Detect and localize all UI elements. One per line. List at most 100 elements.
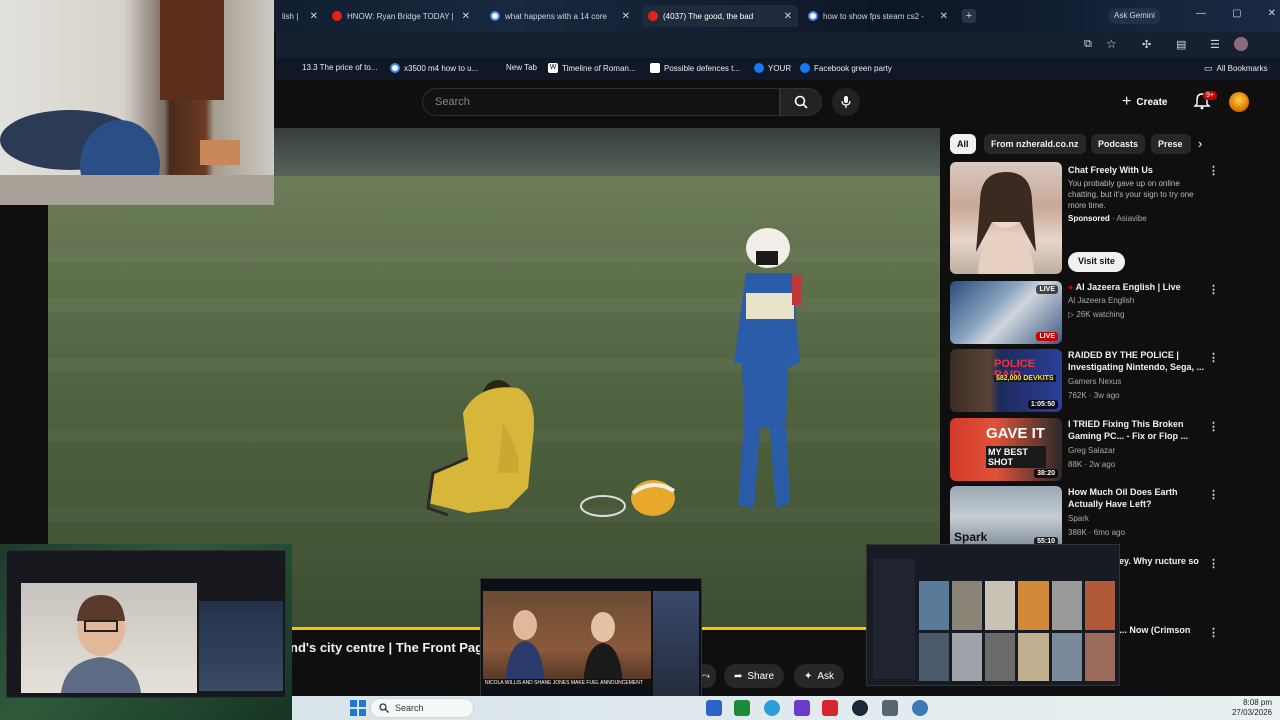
telegram-icon[interactable] — [764, 700, 780, 716]
all-bookmarks[interactable]: ▭ All Bookmarks — [1204, 63, 1268, 74]
voice-search-button[interactable] — [832, 88, 860, 116]
chip-podcasts[interactable]: Podcasts — [1091, 134, 1146, 154]
news-pip-window[interactable]: NICOLA WILLIS AND SHANE JONES MAKE FUEL … — [480, 578, 702, 712]
product-thumb[interactable] — [1018, 632, 1049, 681]
minimize-icon[interactable]: — — [1196, 8, 1206, 24]
more-options-icon[interactable]: ⋮ — [1208, 420, 1219, 433]
app-icon[interactable] — [822, 700, 838, 716]
product-thumb[interactable] — [952, 581, 983, 630]
search-input[interactable]: Search — [422, 88, 780, 116]
taskbar-search[interactable]: Search — [370, 698, 474, 718]
create-button[interactable]: + Create — [1122, 90, 1167, 114]
app-icon[interactable] — [794, 700, 810, 716]
video-title[interactable]: ● Al Jazeera English | Live — [1068, 281, 1208, 293]
live-badge: LIVE — [1036, 332, 1058, 341]
share-button[interactable]: ➦ Share — [724, 664, 785, 688]
system-clock[interactable]: 8:08 pm 27/03/2026 — [1212, 698, 1272, 718]
more-options-icon[interactable]: ⋮ — [1208, 351, 1219, 364]
ask-button[interactable]: ✦ Ask — [794, 664, 845, 688]
chevron-right-icon[interactable]: › — [1198, 136, 1202, 151]
more-options-icon[interactable]: ⋮ — [1208, 164, 1219, 177]
settings-gear-icon[interactable] — [912, 700, 928, 716]
channel-name[interactable]: Gamers Nexus — [1068, 377, 1121, 386]
sponsored-title[interactable]: Chat Freely With Us — [1068, 164, 1208, 176]
browser-tab-active[interactable]: (4037) The good, the bad ✕ — [642, 5, 798, 27]
browser-tab[interactable]: how to show fps steam cs2 - ✕ — [802, 5, 954, 27]
windows-start-icon[interactable] — [350, 700, 366, 716]
more-options-icon[interactable]: ⋮ — [1208, 283, 1219, 296]
product-thumb[interactable] — [985, 581, 1016, 630]
chip-from-nzherald[interactable]: From nzherald.co.nz — [984, 134, 1086, 154]
close-icon[interactable]: ✕ — [462, 11, 470, 22]
menu-icon[interactable]: ☰ — [1210, 38, 1220, 51]
video-thumbnail[interactable]: Spark 55:10 — [950, 486, 1062, 549]
extensions-icon[interactable]: ✣ — [1142, 38, 1151, 51]
recommendation-item[interactable]: LIVE LIVE ● Al Jazeera English | Live Al… — [950, 281, 1230, 345]
more-options-icon[interactable]: ⋮ — [1208, 488, 1219, 501]
product-thumb[interactable] — [1084, 581, 1115, 630]
visit-site-button[interactable]: Visit site — [1068, 252, 1125, 272]
bookmark[interactable]: 13.3 The price of to... — [302, 63, 377, 72]
product-thumb[interactable] — [1018, 581, 1049, 630]
new-tab-button[interactable]: + — [962, 9, 976, 23]
product-thumb[interactable] — [1051, 581, 1082, 630]
product-thumb[interactable] — [1084, 632, 1115, 681]
bookmark[interactable]: x3500 m4 how to u... — [390, 63, 478, 73]
close-icon[interactable]: ✕ — [784, 11, 792, 22]
profile-icon[interactable] — [1234, 37, 1248, 51]
video-title[interactable]: RAIDED BY THE POLICE | Investigating Nin… — [1068, 349, 1208, 373]
bookmark[interactable]: Facebook green party — [800, 63, 892, 73]
file-explorer-icon[interactable] — [706, 700, 722, 716]
channel-name[interactable]: Greg Salazar — [1068, 446, 1115, 455]
more-options-icon[interactable]: ⋮ — [1208, 626, 1219, 639]
recommendation-item[interactable]: GAVE IT MY BEST SHOT 38:20 I TRIED Fixin… — [950, 418, 1230, 482]
more-options-icon[interactable]: ⋮ — [1208, 557, 1219, 570]
sponsored-thumbnail[interactable] — [950, 162, 1062, 274]
steam-icon[interactable] — [852, 700, 868, 716]
bookmark[interactable]: W Timeline of Roman... — [548, 63, 636, 73]
shopping-pip-window[interactable] — [866, 544, 1120, 686]
bookmark-label: Possible defences t... — [664, 63, 741, 73]
bookmark[interactable]: New Tab — [506, 63, 537, 72]
recommendation-item[interactable]: Spark 55:10 How Much Oil Does Earth Actu… — [950, 486, 1230, 550]
video-title[interactable]: How Much Oil Does Earth Actually Have Le… — [1068, 486, 1208, 510]
gamepad-icon[interactable] — [882, 700, 898, 716]
channel-name[interactable]: Al Jazeera English — [1068, 296, 1134, 305]
account-avatar[interactable] — [1229, 92, 1249, 112]
thumbnail-text: Spark — [954, 530, 988, 544]
bookmark[interactable]: Possible defences t... — [650, 63, 740, 73]
product-thumb[interactable] — [919, 581, 950, 630]
close-icon[interactable]: ✕ — [310, 11, 318, 22]
product-thumb[interactable] — [952, 632, 983, 681]
ask-gemini-button[interactable]: Ask Gemini — [1108, 8, 1161, 24]
streamer-pip-window[interactable] — [0, 544, 292, 720]
maximize-icon[interactable]: ▢ — [1232, 8, 1241, 24]
product-thumb[interactable] — [985, 632, 1016, 681]
star-icon[interactable]: ☆ — [1106, 37, 1117, 51]
terminal-icon[interactable] — [734, 700, 750, 716]
video-meta: 88K · 2w ago — [1068, 460, 1116, 469]
search-button[interactable] — [780, 88, 822, 116]
recommendation-item[interactable]: POLICE RAID $82,000 DEVKITS 1:05:50 RAID… — [950, 349, 1230, 413]
thumbnail-subtext: $82,000 DEVKITS — [994, 375, 1056, 382]
bookmark[interactable]: YOUR — [754, 63, 791, 73]
video-thumbnail[interactable]: LIVE LIVE — [950, 281, 1062, 344]
browser-tab[interactable]: what happens with a 14 core ✕ — [484, 5, 636, 27]
chip-all[interactable]: All — [950, 134, 976, 154]
chip-presentations[interactable]: Prese — [1151, 134, 1191, 154]
product-thumb[interactable] — [1051, 632, 1082, 681]
channel-name[interactable]: Spark — [1068, 514, 1089, 523]
close-icon[interactable]: ✕ — [622, 11, 630, 22]
video-thumbnail[interactable]: GAVE IT MY BEST SHOT 38:20 — [950, 418, 1062, 481]
product-thumb[interactable] — [919, 632, 950, 681]
browser-tab[interactable]: HNOW: Ryan Bridge TODAY | ✕ — [326, 5, 476, 27]
browser-tab[interactable]: lish | ✕ — [276, 5, 324, 27]
close-icon[interactable]: ✕ — [940, 11, 948, 22]
video-title[interactable]: I TRIED Fixing This Broken Gaming PC... … — [1068, 418, 1208, 442]
sponsored-meta: Sponsored · Asiavibe — [1068, 214, 1147, 223]
close-window-icon[interactable]: ✕ — [1268, 8, 1276, 24]
install-icon[interactable]: ⧉ — [1084, 38, 1092, 51]
video-meta: ▷ 26K watching — [1068, 310, 1124, 319]
sidepanel-icon[interactable]: ▤ — [1176, 38, 1186, 51]
video-thumbnail[interactable]: POLICE RAID $82,000 DEVKITS 1:05:50 — [950, 349, 1062, 412]
